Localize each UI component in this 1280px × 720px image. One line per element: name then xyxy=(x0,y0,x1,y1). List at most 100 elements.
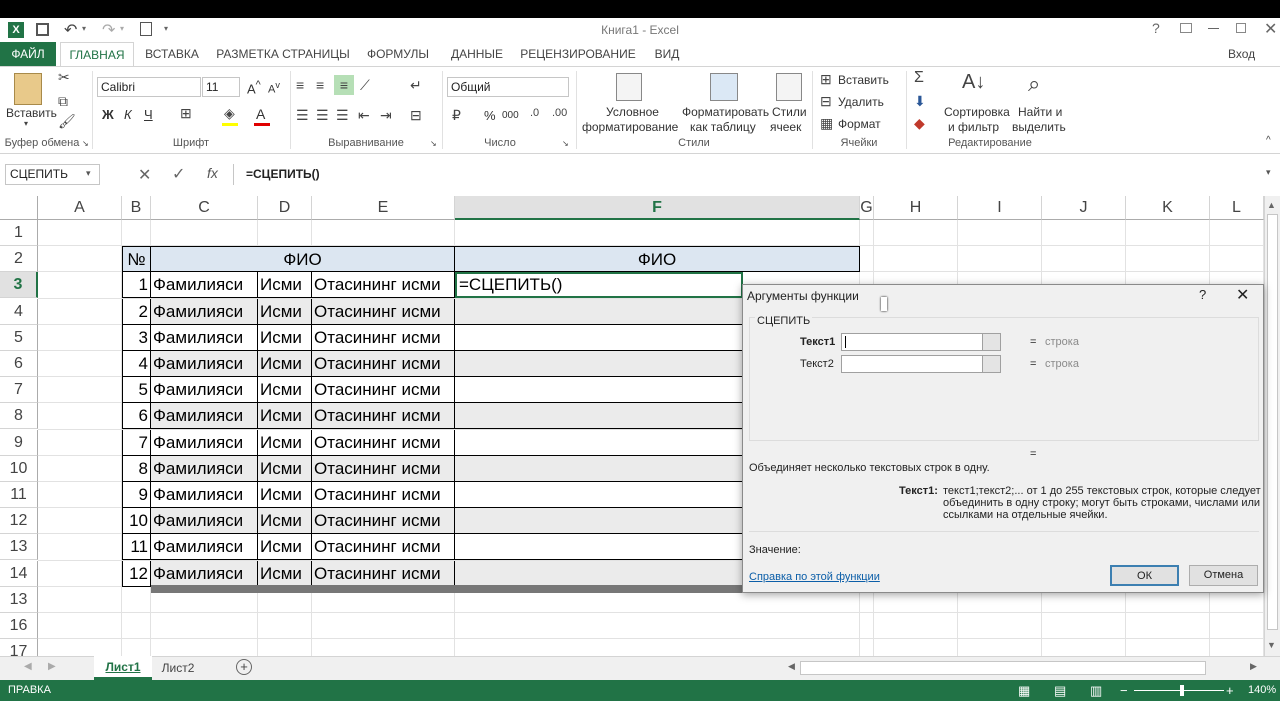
cell-patronymic[interactable]: Отасининг исми xyxy=(312,377,455,404)
underline-button[interactable]: Ч xyxy=(144,107,153,122)
cell-f[interactable] xyxy=(455,482,743,508)
page-break-view-icon[interactable]: ▥ xyxy=(1090,680,1102,701)
tab-page-layout[interactable]: РАЗМЕТКА СТРАНИЦЫ xyxy=(212,42,354,67)
sort-filter-button[interactable]: Сортировка xyxy=(944,105,1010,119)
cell-name[interactable]: Исми xyxy=(258,403,312,430)
cell-surname[interactable]: Фамилияси xyxy=(151,298,258,325)
row-header[interactable]: 8 xyxy=(0,403,38,430)
sort-filter-button-2[interactable]: и фильтр xyxy=(948,120,999,134)
zoom-level[interactable]: 140% xyxy=(1248,680,1276,701)
column-header-j[interactable]: J xyxy=(1042,196,1126,220)
cell-number[interactable]: 10 xyxy=(122,508,151,535)
cell-surname[interactable]: Фамилияси xyxy=(151,351,258,377)
name-box-dropdown-icon[interactable]: ▾ xyxy=(86,168,91,179)
bold-button[interactable]: Ж xyxy=(102,107,114,122)
fill-color-icon[interactable]: ◈ xyxy=(224,105,235,122)
cell-number[interactable]: 5 xyxy=(122,377,151,404)
cell-number[interactable]: 2 xyxy=(122,298,151,325)
active-cell-f3[interactable]: =СЦЕПИТЬ() xyxy=(455,272,743,299)
find-select-button-2[interactable]: выделить xyxy=(1012,120,1066,134)
zoom-slider[interactable] xyxy=(1134,690,1224,691)
cell-styles-icon[interactable] xyxy=(776,73,802,101)
align-top-icon[interactable]: ≡ xyxy=(296,77,304,93)
find-select-button[interactable]: Найти и xyxy=(1018,105,1062,119)
increase-indent-icon[interactable]: ⇥ xyxy=(380,107,392,124)
number-launcher-icon[interactable]: ↘ xyxy=(562,139,569,148)
cell-number[interactable]: 8 xyxy=(122,455,151,482)
tab-file[interactable]: ФАЙЛ xyxy=(0,42,56,67)
row-header[interactable]: 2 xyxy=(0,246,38,273)
cell-patronymic[interactable]: Отасининг исми xyxy=(312,351,455,377)
row-header[interactable]: 14 xyxy=(0,560,38,587)
cell-surname[interactable]: Фамилияси xyxy=(151,482,258,508)
cell-surname[interactable]: Фамилияси xyxy=(151,272,258,299)
help-icon[interactable]: ? xyxy=(1152,20,1160,36)
dialog-help-button[interactable]: ? xyxy=(1199,287,1206,302)
cell-patronymic[interactable]: Отасининг исми xyxy=(312,403,455,430)
page-layout-view-icon[interactable]: ▤ xyxy=(1054,680,1066,701)
cell-name[interactable]: Исми xyxy=(258,429,312,456)
cell-name[interactable]: Исми xyxy=(258,560,312,587)
cell-number[interactable]: 11 xyxy=(122,534,151,561)
cell-surname[interactable]: Фамилияси xyxy=(151,403,258,430)
zoom-slider-thumb[interactable] xyxy=(1180,685,1184,696)
cell-surname[interactable]: Фамилияси xyxy=(151,429,258,456)
copy-icon[interactable]: ⧉ xyxy=(58,93,68,110)
cell-patronymic[interactable]: Отасининг исми xyxy=(312,534,455,561)
format-painter-icon[interactable]: 🖌 xyxy=(58,113,76,130)
cell-name[interactable]: Исми xyxy=(258,508,312,535)
column-header-i[interactable]: I xyxy=(958,196,1042,220)
row-header[interactable]: 4 xyxy=(0,298,38,325)
cell-styles-button-2[interactable]: ячеек xyxy=(770,120,801,134)
confirm-entry-icon[interactable]: ✓ xyxy=(172,164,185,184)
insert-cells-button[interactable]: Вставить xyxy=(838,73,889,87)
column-header-h[interactable]: H xyxy=(874,196,958,220)
cell-f[interactable] xyxy=(455,508,743,535)
column-header-k[interactable]: K xyxy=(1126,196,1210,220)
clipboard-launcher-icon[interactable]: ↘ xyxy=(82,139,89,148)
sheet-prev-icon[interactable]: ◀ xyxy=(24,661,32,672)
decrease-indent-icon[interactable]: ⇤ xyxy=(358,107,370,124)
column-header-l[interactable]: L xyxy=(1210,196,1264,220)
find-select-icon[interactable]: ⌕ xyxy=(1028,71,1040,97)
cell-number[interactable]: 4 xyxy=(122,351,151,377)
align-left-icon[interactable]: ☰ xyxy=(296,107,309,124)
format-cells-icon[interactable]: ▦ xyxy=(820,115,833,132)
tab-insert[interactable]: ВСТАВКА xyxy=(138,42,206,67)
clear-icon[interactable]: ◆ xyxy=(914,115,925,132)
tab-review[interactable]: РЕЦЕНЗИРОВАНИЕ xyxy=(518,42,638,67)
cell-patronymic[interactable]: Отасининг исми xyxy=(312,298,455,325)
cell-name[interactable]: Исми xyxy=(258,534,312,561)
minimize-icon[interactable] xyxy=(1208,28,1219,29)
sheet-tab-1[interactable]: Лист1 xyxy=(94,656,152,680)
cell-patronymic[interactable]: Отасининг исми xyxy=(312,560,455,587)
insert-function-icon[interactable]: fx xyxy=(207,165,218,181)
format-as-table-button[interactable]: Форматировать xyxy=(682,105,769,119)
column-header-g[interactable]: G xyxy=(860,196,874,220)
cell-number[interactable]: 12 xyxy=(122,560,151,587)
orientation-icon[interactable]: ⟋ xyxy=(360,77,370,94)
cell-f[interactable] xyxy=(455,351,743,377)
tab-data[interactable]: ДАННЫЕ xyxy=(446,42,508,67)
cell-styles-button[interactable]: Стили xyxy=(772,105,807,119)
row-header[interactable]: 12 xyxy=(0,508,38,535)
horizontal-scroll-left-icon[interactable]: ◀ xyxy=(788,661,795,672)
row-header[interactable]: 13 xyxy=(0,586,38,613)
format-cells-button[interactable]: Формат xyxy=(838,117,881,131)
cell-surname[interactable]: Фамилияси xyxy=(151,455,258,482)
insert-cells-icon[interactable]: ⊞ xyxy=(820,71,832,88)
zoom-in-icon[interactable]: + xyxy=(1226,680,1234,701)
cancel-entry-icon[interactable]: ✕ xyxy=(138,165,151,185)
cell-name[interactable]: Исми xyxy=(258,482,312,508)
merge-center-icon[interactable]: ⊟ xyxy=(410,107,422,124)
column-header-f[interactable]: F xyxy=(455,196,860,220)
row-header[interactable]: 16 xyxy=(0,613,38,639)
cell-name[interactable]: Исми xyxy=(258,455,312,482)
formula-input[interactable]: =СЦЕПИТЬ() xyxy=(233,164,1263,185)
cell-name[interactable]: Исми xyxy=(258,324,312,351)
column-header-a[interactable]: A xyxy=(38,196,122,220)
cut-icon[interactable]: ✂ xyxy=(58,69,70,86)
cell-f[interactable] xyxy=(455,403,743,430)
close-window-icon[interactable]: ✕ xyxy=(1264,19,1277,39)
row-header[interactable]: 13 xyxy=(0,534,38,561)
